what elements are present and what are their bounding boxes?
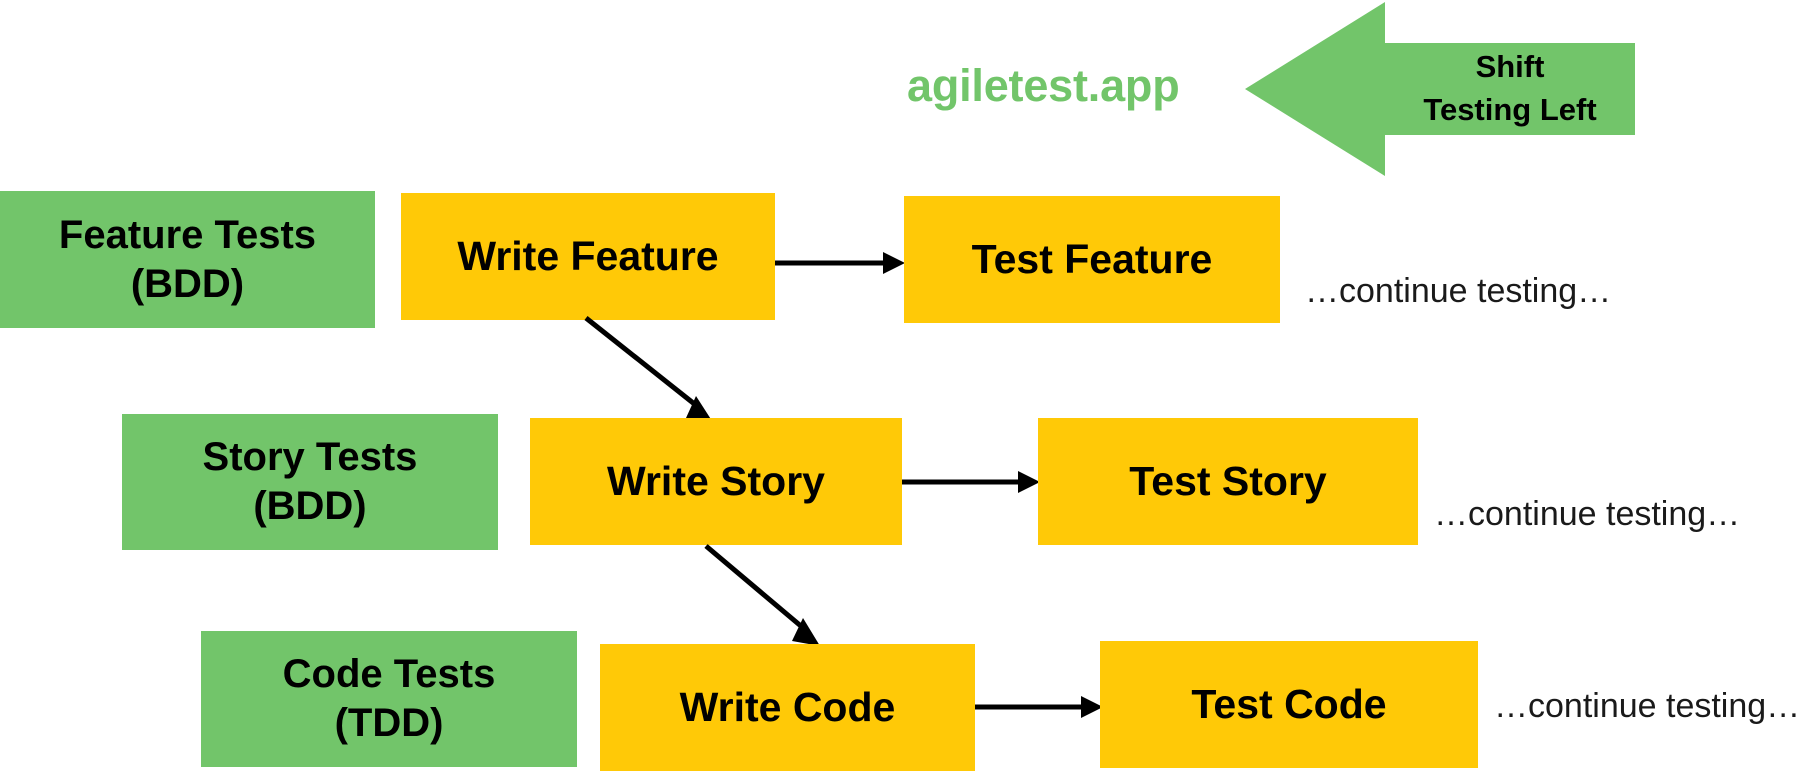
action-box-write-story: Write Story: [530, 418, 902, 545]
connector-write-feature-to-test-feature: [775, 246, 905, 280]
action-box-write-code: Write Code: [600, 644, 975, 771]
connector-write-feature-to-write-story: [580, 312, 730, 432]
connector-write-story-to-test-story: [902, 465, 1040, 499]
connector-write-story-to-write-code: [700, 540, 840, 655]
action-box-test-code: Test Code: [1100, 641, 1478, 768]
action-box-test-story: Test Story: [1038, 418, 1418, 545]
brand-wordmark: agiletest.app: [907, 60, 1180, 111]
shift-testing-left-arrow: Shift Testing Left: [1245, 0, 1635, 178]
continue-testing-text-row2: …continue testing…: [1434, 495, 1741, 533]
category-box-feature-tests: Feature Tests (BDD): [0, 191, 375, 328]
continue-testing-text-row1: …continue testing…: [1305, 272, 1612, 310]
action-box-test-feature: Test Feature: [904, 196, 1280, 323]
continue-testing-text-row3: …continue testing…: [1494, 687, 1801, 725]
shift-testing-left-label: Shift Testing Left: [1423, 49, 1597, 127]
category-box-story-tests: Story Tests (BDD): [122, 414, 498, 550]
connector-write-code-to-test-code: [975, 690, 1103, 724]
diagram-canvas: agiletest.app Shift Testing Left Feature…: [0, 0, 1816, 772]
category-box-code-tests: Code Tests (TDD): [201, 631, 577, 767]
action-box-write-feature: Write Feature: [401, 193, 775, 320]
